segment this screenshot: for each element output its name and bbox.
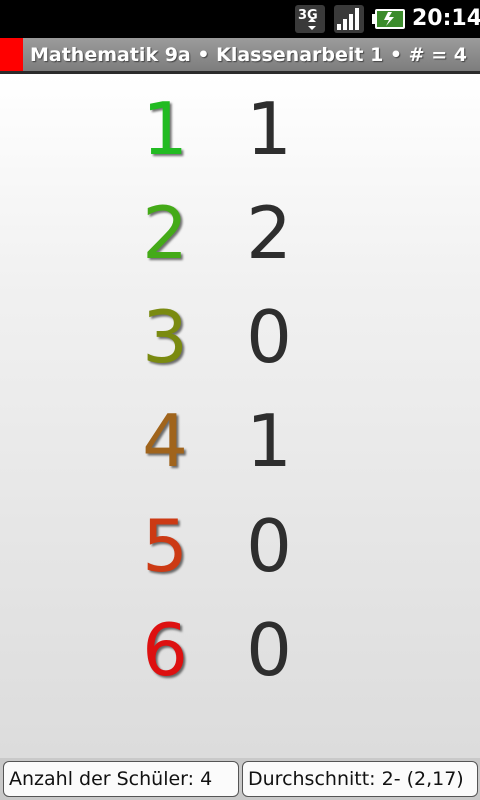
grade-label: 4 <box>142 399 188 483</box>
grade-label: 5 <box>142 504 188 588</box>
summary-bar: Anzahl der Schüler: 4 Durchschnitt: 2- (… <box>0 758 480 800</box>
svg-text:3G: 3G <box>298 8 318 23</box>
grade-label: 3 <box>142 295 188 379</box>
page-title: Mathematik 9a • Klassenarbeit 1 • # = 4 <box>30 44 467 66</box>
battery-icon <box>372 9 405 29</box>
grade-row[interactable]: 1 1 <box>0 77 480 181</box>
signal-icon <box>334 5 364 33</box>
grade-row[interactable]: 3 0 <box>0 285 480 389</box>
grade-row[interactable]: 6 0 <box>0 598 480 702</box>
student-count-box: Anzahl der Schüler: 4 <box>3 761 239 797</box>
grade-count: 1 <box>246 87 292 171</box>
title-bar: Mathematik 9a • Klassenarbeit 1 • # = 4 <box>0 38 480 74</box>
grade-count: 0 <box>246 608 292 692</box>
grade-label: 2 <box>142 191 188 275</box>
grade-label: 1 <box>142 87 188 171</box>
grade-distribution: 1 1 2 2 3 0 4 1 5 0 6 0 <box>0 74 480 758</box>
class-color-tag <box>0 38 23 71</box>
grade-row[interactable]: 5 0 <box>0 494 480 598</box>
grade-row[interactable]: 4 1 <box>0 389 480 493</box>
average-box: Durchschnitt: 2- (2,17) <box>242 761 478 797</box>
clock: 20:14 <box>412 6 480 31</box>
status-bar: 3G 20:14 <box>0 0 480 38</box>
grade-row[interactable]: 2 2 <box>0 181 480 285</box>
grade-count: 0 <box>246 295 292 379</box>
grade-count: 1 <box>246 399 292 483</box>
3g-icon: 3G <box>295 5 325 33</box>
grade-label: 6 <box>142 608 188 692</box>
grade-count: 0 <box>246 504 292 588</box>
grade-count: 2 <box>246 191 292 275</box>
